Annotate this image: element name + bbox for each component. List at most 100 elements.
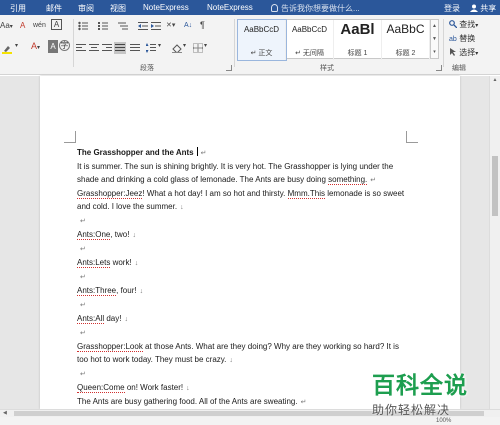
line-text: at those Ants. What are they doing? Why … — [142, 342, 399, 351]
ribbon-home: Aa▾ A wén A ▾ A▾ A 字 ✕▾ A↓ ¶ ▾ ▾ ▾ 段落 Aa… — [0, 15, 500, 75]
status-bar: 100% — [0, 417, 500, 425]
spell-flagged-text: Grasshopper:Look — [77, 342, 143, 352]
paragraph-mark: ↵ — [300, 399, 307, 406]
login-link[interactable]: 登录 — [444, 3, 460, 14]
line-text: The Ants are busy gathering food. All of… — [77, 397, 298, 406]
spell-flagged-text: Ants:Three — [77, 286, 117, 296]
show-marks-button[interactable]: ¶ — [200, 19, 205, 32]
line-text: work! — [110, 258, 132, 267]
styles-group-label: 样式 — [320, 65, 334, 72]
vertical-scroll-thumb[interactable] — [492, 156, 498, 216]
paragraph-mark: ↓ — [139, 288, 144, 295]
bullets-icon[interactable] — [78, 21, 88, 31]
sort-button[interactable]: A↓ — [184, 19, 192, 32]
style-heading-2[interactable]: AaBbC 标题 2 — [382, 20, 430, 60]
tell-me-search[interactable]: 告诉我你想要做什么... — [271, 3, 360, 14]
style-name: 标题 1 — [347, 50, 368, 57]
spell-flagged-text: Queen:Come — [77, 383, 125, 393]
style-heading-1[interactable]: AaBl 标题 1 — [334, 20, 382, 60]
numbering-icon[interactable] — [98, 21, 108, 31]
watermark-title: 百科全说 — [372, 372, 468, 398]
tab-references[interactable]: 引用 — [10, 3, 26, 14]
character-border-button[interactable]: A — [51, 19, 62, 30]
line-spacing-icon[interactable] — [146, 43, 156, 53]
share-label: 共享 — [480, 4, 497, 13]
line-text: on! Work faster! — [124, 383, 184, 392]
styles-dialog-launcher[interactable] — [436, 65, 442, 71]
character-shading-button[interactable]: A — [48, 40, 58, 53]
decrease-indent-icon[interactable] — [138, 21, 148, 31]
paragraph-mark: ↵ — [80, 218, 86, 225]
tab-view[interactable]: 视图 — [110, 3, 126, 14]
paragraph-mark: ↵ — [370, 177, 377, 184]
document-line: Ants:One, two! ↓ — [77, 228, 387, 242]
shading-dropdown[interactable]: ▾ — [183, 40, 186, 53]
style-sample: AaBbCcD — [243, 25, 280, 34]
align-right-icon[interactable] — [102, 43, 112, 53]
justify-icon[interactable] — [114, 42, 126, 54]
find-button[interactable]: 查找▾ — [449, 19, 478, 30]
zoom-level[interactable]: 100% — [436, 417, 451, 425]
enclose-characters-button[interactable]: 字 — [59, 40, 70, 51]
group-separator — [234, 19, 235, 67]
vertical-scrollbar[interactable]: ▲ — [489, 76, 500, 409]
paragraph-dialog-launcher[interactable] — [226, 65, 232, 71]
style-normal[interactable]: AaBbCcD ↵ 正文 — [237, 19, 287, 61]
tab-review[interactable]: 审阅 — [78, 3, 94, 14]
style-sample: AaBbC — [386, 22, 425, 36]
phonetic-guide-button[interactable]: wén — [33, 19, 46, 32]
paragraph-mark: ↓ — [134, 260, 139, 267]
search-icon — [449, 20, 458, 29]
highlight-dropdown[interactable]: ▾ — [15, 40, 18, 53]
document-lines: It is summer. The sun is shining brightl… — [77, 160, 404, 422]
spell-flagged-text: Ants:One — [77, 230, 111, 240]
borders-icon[interactable] — [193, 43, 203, 53]
select-button[interactable]: 选择▾ — [449, 47, 478, 58]
spell-flagged-text: something. — [328, 175, 368, 185]
document-line: Ants:Three, four! ↓ — [77, 284, 387, 298]
style-name: ↵ 正文 — [250, 50, 273, 57]
cursor-arrow-icon — [450, 48, 456, 56]
paragraph-mark: ↓ — [124, 316, 128, 323]
document-line: It is summer. The sun is shining brightl… — [77, 160, 393, 173]
document-line: Grasshopper:Look at those Ants. What are… — [77, 340, 399, 353]
tell-me-text: 告诉我你想要做什么... — [281, 4, 360, 13]
document-body[interactable]: The Grasshopper and the Ants ↵ It is summ… — [77, 146, 404, 422]
shading-icon[interactable] — [172, 43, 182, 53]
tab-noteexpress-2[interactable]: NoteExpress — [207, 3, 253, 12]
document-line: ↵ — [77, 214, 387, 228]
style-sample: AaBbCcD — [291, 25, 328, 34]
replace-label: 替换 — [459, 34, 476, 43]
paragraph-mark: ↵ — [80, 246, 86, 253]
group-separator — [73, 19, 74, 67]
group-separator — [443, 19, 444, 67]
multilevel-list-icon[interactable] — [118, 21, 128, 31]
borders-dropdown[interactable]: ▾ — [204, 40, 207, 53]
document-page[interactable]: The Grasshopper and the Ants ↵ It is summ… — [40, 76, 460, 421]
line-spacing-dropdown[interactable]: ▾ — [158, 40, 161, 53]
text-cursor — [196, 147, 198, 156]
change-case-button[interactable]: Aa▾ — [0, 19, 13, 32]
distributed-icon[interactable] — [130, 43, 140, 53]
tab-mailings[interactable]: 邮件 — [46, 3, 62, 14]
clear-formatting-button[interactable]: A — [20, 19, 25, 32]
font-color-button[interactable]: A▾ — [31, 40, 40, 53]
replace-button[interactable]: ab 替换 — [449, 33, 475, 44]
document-line: ↵ — [77, 298, 387, 312]
chinese-layout-button[interactable]: ✕▾ — [166, 19, 175, 32]
tab-noteexpress-1[interactable]: NoteExpress — [143, 3, 189, 12]
highlight-color-icon[interactable] — [2, 44, 12, 54]
ribbon-tab-bar: 引用 邮件 审阅 视图 NoteExpress NoteExpress 告诉我你… — [0, 0, 500, 15]
document-line: and cold. I love the summer. ↓ — [77, 200, 387, 214]
editing-group-label: 编辑 — [452, 65, 466, 72]
style-no-spacing[interactable]: AaBbCcD ↵ 无间隔 — [286, 20, 334, 60]
document-line: The Ants are busy gathering food. All of… — [77, 395, 387, 409]
align-center-icon[interactable] — [89, 43, 99, 53]
document-line: Grasshopper:Jeez! What a hot day! I am s… — [77, 187, 404, 200]
align-left-icon[interactable] — [76, 43, 86, 53]
share-button[interactable]: 共享 — [470, 3, 496, 14]
increase-indent-icon[interactable] — [151, 21, 161, 31]
watermark-logo: 百科全说 助你轻松解决 — [372, 366, 500, 417]
styles-gallery-scroll[interactable]: ▲ ▼ ▾ — [430, 19, 439, 59]
spell-flagged-text: Grasshopper:Jeez — [77, 189, 143, 199]
